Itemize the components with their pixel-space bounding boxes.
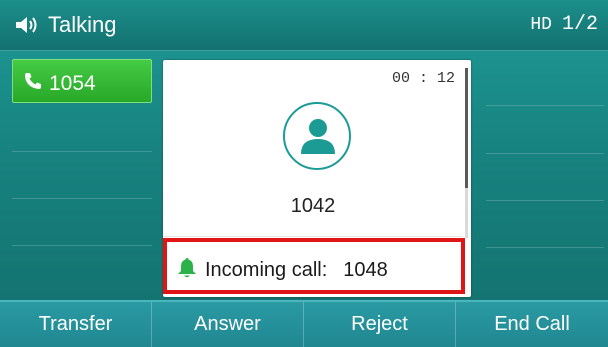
- line-key-empty[interactable]: [12, 248, 152, 292]
- line-key-empty[interactable]: [12, 154, 152, 199]
- contact-avatar-icon: [283, 102, 351, 170]
- line-key-1054[interactable]: 1054: [12, 59, 152, 103]
- phone-handset-icon: [23, 71, 43, 96]
- end-call-button[interactable]: End Call: [456, 302, 608, 347]
- hd-badge: HD: [530, 15, 552, 35]
- phone-screen: Talking HD 1/2 1054 00: 12 1042 Incomin…: [0, 0, 608, 347]
- scrollbar-thumb[interactable]: [465, 68, 468, 188]
- incoming-call-notification[interactable]: Incoming call: 1048: [163, 238, 465, 294]
- bell-icon: [175, 256, 199, 285]
- transfer-button[interactable]: Transfer: [0, 302, 152, 347]
- incoming-call-number: 1048: [343, 259, 388, 281]
- status-bar: Talking HD 1/2: [0, 0, 608, 51]
- reject-button[interactable]: Reject: [304, 302, 456, 347]
- card-divider: [163, 236, 463, 237]
- call-timer: 00 : 12: [391, 70, 455, 87]
- line-key-empty[interactable]: [12, 107, 152, 152]
- right-key-empty[interactable]: [486, 107, 604, 154]
- right-key-empty[interactable]: [486, 59, 604, 106]
- speaker-icon: [14, 15, 40, 35]
- softkey-bar: Transfer Answer Reject End Call: [0, 300, 608, 347]
- incoming-call-label: Incoming call:: [205, 259, 328, 281]
- line-key-empty[interactable]: [12, 201, 152, 246]
- right-key-empty[interactable]: [486, 248, 604, 294]
- answer-button[interactable]: Answer: [152, 302, 304, 347]
- call-status: Talking: [14, 14, 116, 36]
- caller-number: 1042: [290, 195, 336, 217]
- line-key-label: 1054: [49, 71, 96, 95]
- status-right: HD 1/2: [530, 14, 598, 36]
- right-keys-column: [480, 51, 608, 300]
- page-indicator: 1/2: [561, 13, 598, 36]
- status-title: Talking: [48, 12, 117, 37]
- right-key-empty[interactable]: [486, 201, 604, 248]
- line-keys-column: 1054: [0, 51, 158, 300]
- right-key-empty[interactable]: [486, 154, 604, 201]
